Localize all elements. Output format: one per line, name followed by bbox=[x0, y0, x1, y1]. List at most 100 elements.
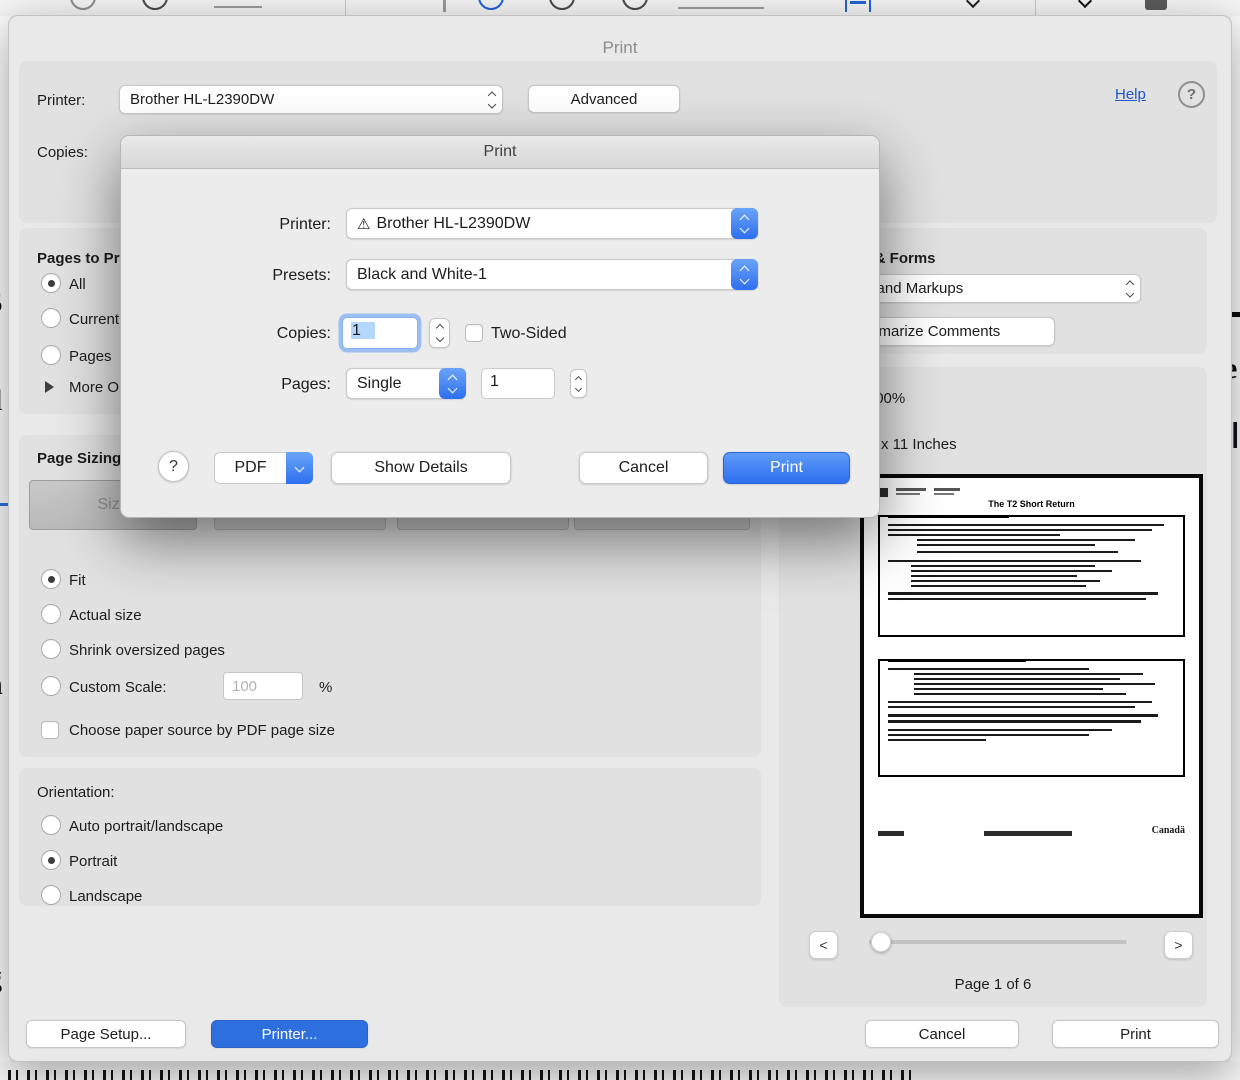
sheet-help-glyph: ? bbox=[169, 457, 178, 475]
sheet-copies-value: 1 bbox=[351, 322, 375, 339]
toolbar-icon-partial[interactable] bbox=[142, 0, 168, 10]
radio-current-page[interactable] bbox=[41, 308, 61, 328]
sheet-titlebar: Print bbox=[121, 136, 879, 169]
orientation-panel: Orientation: Auto portrait/landscape Por… bbox=[19, 768, 761, 906]
sheet-printer-value: Brother HL-L2390DW bbox=[376, 214, 531, 232]
two-sided-checkbox[interactable] bbox=[465, 324, 483, 342]
sheet-printer-label: Printer: bbox=[279, 216, 331, 233]
pages-number-input[interactable]: 1 bbox=[481, 368, 555, 399]
preview-box-1 bbox=[878, 515, 1185, 637]
sheet-presets-label: Presets: bbox=[272, 267, 331, 284]
radio-custom-scale[interactable] bbox=[41, 676, 61, 696]
page-slider-knob[interactable] bbox=[871, 932, 891, 952]
doc-glyph: n bbox=[0, 668, 3, 702]
toolbar-divider bbox=[1035, 0, 1036, 16]
document-right-edge: e bbox=[1231, 16, 1240, 1064]
doc-glyph: o bbox=[0, 916, 1, 950]
pages-stepper[interactable] bbox=[570, 369, 587, 398]
pages-mode-select[interactable]: Single bbox=[346, 368, 466, 399]
radio-all[interactable] bbox=[41, 273, 61, 293]
help-circle-icon[interactable]: ? bbox=[1178, 81, 1205, 108]
toolbar-field-partial[interactable] bbox=[678, 7, 764, 9]
sheet-cancel-label: Cancel bbox=[618, 459, 669, 476]
cra-header bbox=[878, 488, 1185, 497]
sheet-printer-select[interactable]: ⚠ Brother HL-L2390DW bbox=[346, 208, 758, 239]
pdf-button-label-area[interactable]: PDF bbox=[214, 452, 287, 484]
toolbar-icon-partial[interactable] bbox=[1145, 0, 1167, 10]
orientation-heading: Orientation: bbox=[37, 784, 115, 801]
page-setup-button[interactable]: Page Setup... bbox=[26, 1020, 186, 1048]
page-indicator: Page 1 of 6 bbox=[954, 976, 1032, 993]
acrobat-cancel-button[interactable]: Cancel bbox=[865, 1020, 1019, 1048]
show-details-button[interactable]: Show Details bbox=[331, 452, 511, 484]
clipped-document-text bbox=[8, 1070, 920, 1080]
advanced-button[interactable]: Advanced bbox=[528, 85, 680, 113]
page-slider-track[interactable] bbox=[869, 940, 1127, 944]
disclosure-triangle-icon[interactable] bbox=[45, 381, 54, 393]
toolbar-icon-partial[interactable] bbox=[549, 0, 575, 10]
two-sided-label: Two-Sided bbox=[491, 325, 567, 342]
radio-landscape-label: Landscape bbox=[69, 888, 143, 905]
updown-chevrons-icon bbox=[487, 90, 497, 109]
printer-select[interactable]: Brother HL-L2390DW bbox=[119, 85, 503, 114]
page-preview-thumbnail: The T2 Short Return Canadä bbox=[860, 474, 1203, 918]
updown-chevrons-icon bbox=[731, 208, 758, 239]
preview-box-2 bbox=[878, 659, 1185, 777]
canada-wordmark: Canadä bbox=[1151, 825, 1185, 836]
custom-scale-input[interactable]: 100 bbox=[223, 672, 303, 700]
next-page-button[interactable]: > bbox=[1164, 931, 1193, 959]
radio-portrait[interactable] bbox=[41, 850, 61, 870]
radio-pages[interactable] bbox=[41, 345, 61, 365]
sheet-print-button[interactable]: Print bbox=[723, 452, 850, 484]
help-icon-glyph: ? bbox=[1186, 86, 1197, 103]
radio-shrink-pages-label: Shrink oversized pages bbox=[69, 642, 225, 659]
paper-source-checkbox[interactable] bbox=[41, 721, 59, 739]
macos-print-sheet: Print Printer: ⚠ Brother HL-L2390DW Pres… bbox=[120, 135, 880, 518]
dialog-title: Print bbox=[602, 38, 638, 57]
radio-all-label: All bbox=[69, 276, 86, 293]
help-link[interactable]: Help bbox=[1115, 86, 1146, 103]
toolbar-field-partial[interactable] bbox=[214, 6, 262, 8]
doc-bar-fragment bbox=[1231, 312, 1240, 317]
acrobat-toolbar-clipped bbox=[0, 0, 1240, 16]
pdf-chevron-cap[interactable] bbox=[286, 452, 313, 484]
prev-page-button[interactable]: < bbox=[809, 931, 838, 959]
sheet-help-button[interactable]: ? bbox=[158, 451, 189, 482]
toolbar-icon-partial[interactable] bbox=[622, 0, 648, 10]
acrobat-print-label: Print bbox=[1120, 1025, 1151, 1043]
sheet-presets-select[interactable]: Black and White-1 bbox=[346, 259, 758, 290]
printer-select-value: Brother HL-L2390DW bbox=[130, 91, 275, 108]
toolbar-icon-partial[interactable] bbox=[478, 0, 504, 10]
paper-source-label: Choose paper source by PDF page size bbox=[69, 722, 335, 739]
doc-glyph: S bbox=[0, 286, 3, 320]
printer-label: Printer: bbox=[37, 92, 86, 109]
acrobat-cancel-label: Cancel bbox=[918, 1025, 966, 1043]
radio-landscape[interactable] bbox=[41, 885, 61, 905]
printer-dots-button[interactable]: Printer... bbox=[211, 1020, 368, 1048]
show-details-label: Show Details bbox=[374, 459, 468, 476]
fit-width-icon[interactable] bbox=[845, 0, 871, 12]
copies-stepper[interactable] bbox=[429, 318, 450, 348]
chevron-down-icon[interactable] bbox=[965, 0, 981, 9]
pages-mode-value: Single bbox=[357, 374, 402, 392]
toolbar-icon-partial[interactable] bbox=[70, 0, 96, 10]
toolbar-icon-partial[interactable] bbox=[443, 0, 446, 12]
sheet-cancel-button[interactable]: Cancel bbox=[579, 452, 708, 484]
updown-chevrons-icon bbox=[731, 259, 758, 290]
sheet-presets-value: Black and White-1 bbox=[357, 265, 487, 283]
radio-auto-orientation[interactable] bbox=[41, 815, 61, 835]
radio-fit[interactable] bbox=[41, 569, 61, 589]
acrobat-print-button[interactable]: Print bbox=[1052, 1020, 1219, 1048]
sheet-copies-input[interactable]: 1 bbox=[342, 317, 418, 349]
pages-number-value: 1 bbox=[490, 373, 499, 390]
copies-label: Copies: bbox=[37, 144, 88, 161]
radio-shrink-pages[interactable] bbox=[41, 639, 61, 659]
pdf-menu-button[interactable]: PDF bbox=[214, 452, 313, 484]
sheet-print-label: Print bbox=[770, 459, 803, 476]
advanced-button-label: Advanced bbox=[570, 90, 638, 108]
radio-actual-size-label: Actual size bbox=[69, 607, 142, 624]
radio-fit-label: Fit bbox=[69, 572, 86, 589]
toolbar-divider bbox=[345, 0, 346, 16]
radio-actual-size[interactable] bbox=[41, 604, 61, 624]
toolbar-arrow-icon[interactable] bbox=[1077, 0, 1093, 9]
